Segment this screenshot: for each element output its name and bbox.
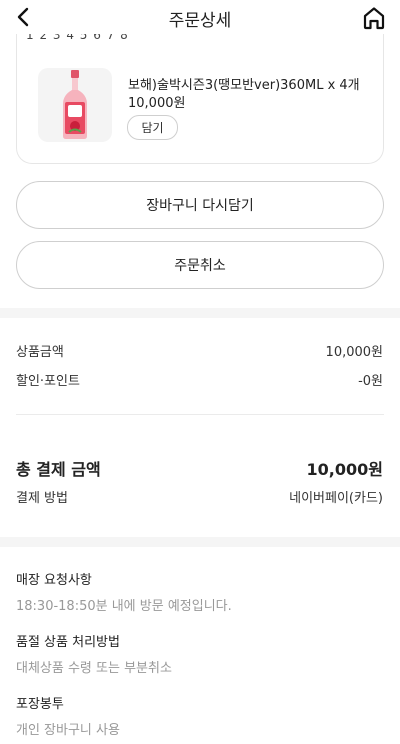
section-divider xyxy=(0,308,400,318)
product-amount-label: 상품금액 xyxy=(16,345,64,360)
discount-value: -0원 xyxy=(358,374,383,389)
store-request-title: 매장 요청사항 xyxy=(16,573,92,588)
product-amount-value: 10,000원 xyxy=(325,345,383,360)
payment-method-value: 네이버페이(카드) xyxy=(289,491,383,506)
soldout-policy-title: 품절 상품 처리방법 xyxy=(16,635,120,650)
home-button[interactable] xyxy=(360,4,388,32)
top-bar: 주문상세 xyxy=(0,0,400,34)
home-icon xyxy=(363,7,385,30)
cancel-order-button[interactable]: 주문취소 xyxy=(16,241,384,289)
product-name: 보해)술박시즌3(땡모반ver)360ML x 4개 xyxy=(128,78,360,93)
bag-option-title: 포장봉투 xyxy=(16,697,64,712)
summary-divider xyxy=(16,414,384,415)
store-request-body: 18:30-18:50분 내에 방문 예정입니다. xyxy=(16,599,232,614)
add-to-cart-button[interactable]: 담기 xyxy=(127,115,178,140)
total-amount-label: 총 결제 금액 xyxy=(16,460,101,479)
total-amount-value: 10,000원 xyxy=(306,460,383,479)
bag-option-body: 개인 장바구니 사용 xyxy=(16,723,120,738)
product-price: 10,000원 xyxy=(128,96,186,111)
soldout-policy-body: 대체상품 수령 또는 부분취소 xyxy=(16,661,172,676)
store-name-clipped: 1 2 3 4 5 6 7 8 xyxy=(26,34,129,42)
payment-method-label: 결제 방법 xyxy=(16,491,68,506)
soju-bottle-icon xyxy=(63,70,87,139)
product-image xyxy=(38,68,112,142)
section-divider xyxy=(0,537,400,547)
discount-label: 할인·포인트 xyxy=(16,374,80,389)
reorder-cart-button[interactable]: 장바구니 다시담기 xyxy=(16,181,384,229)
page-title: 주문상세 xyxy=(168,11,232,31)
